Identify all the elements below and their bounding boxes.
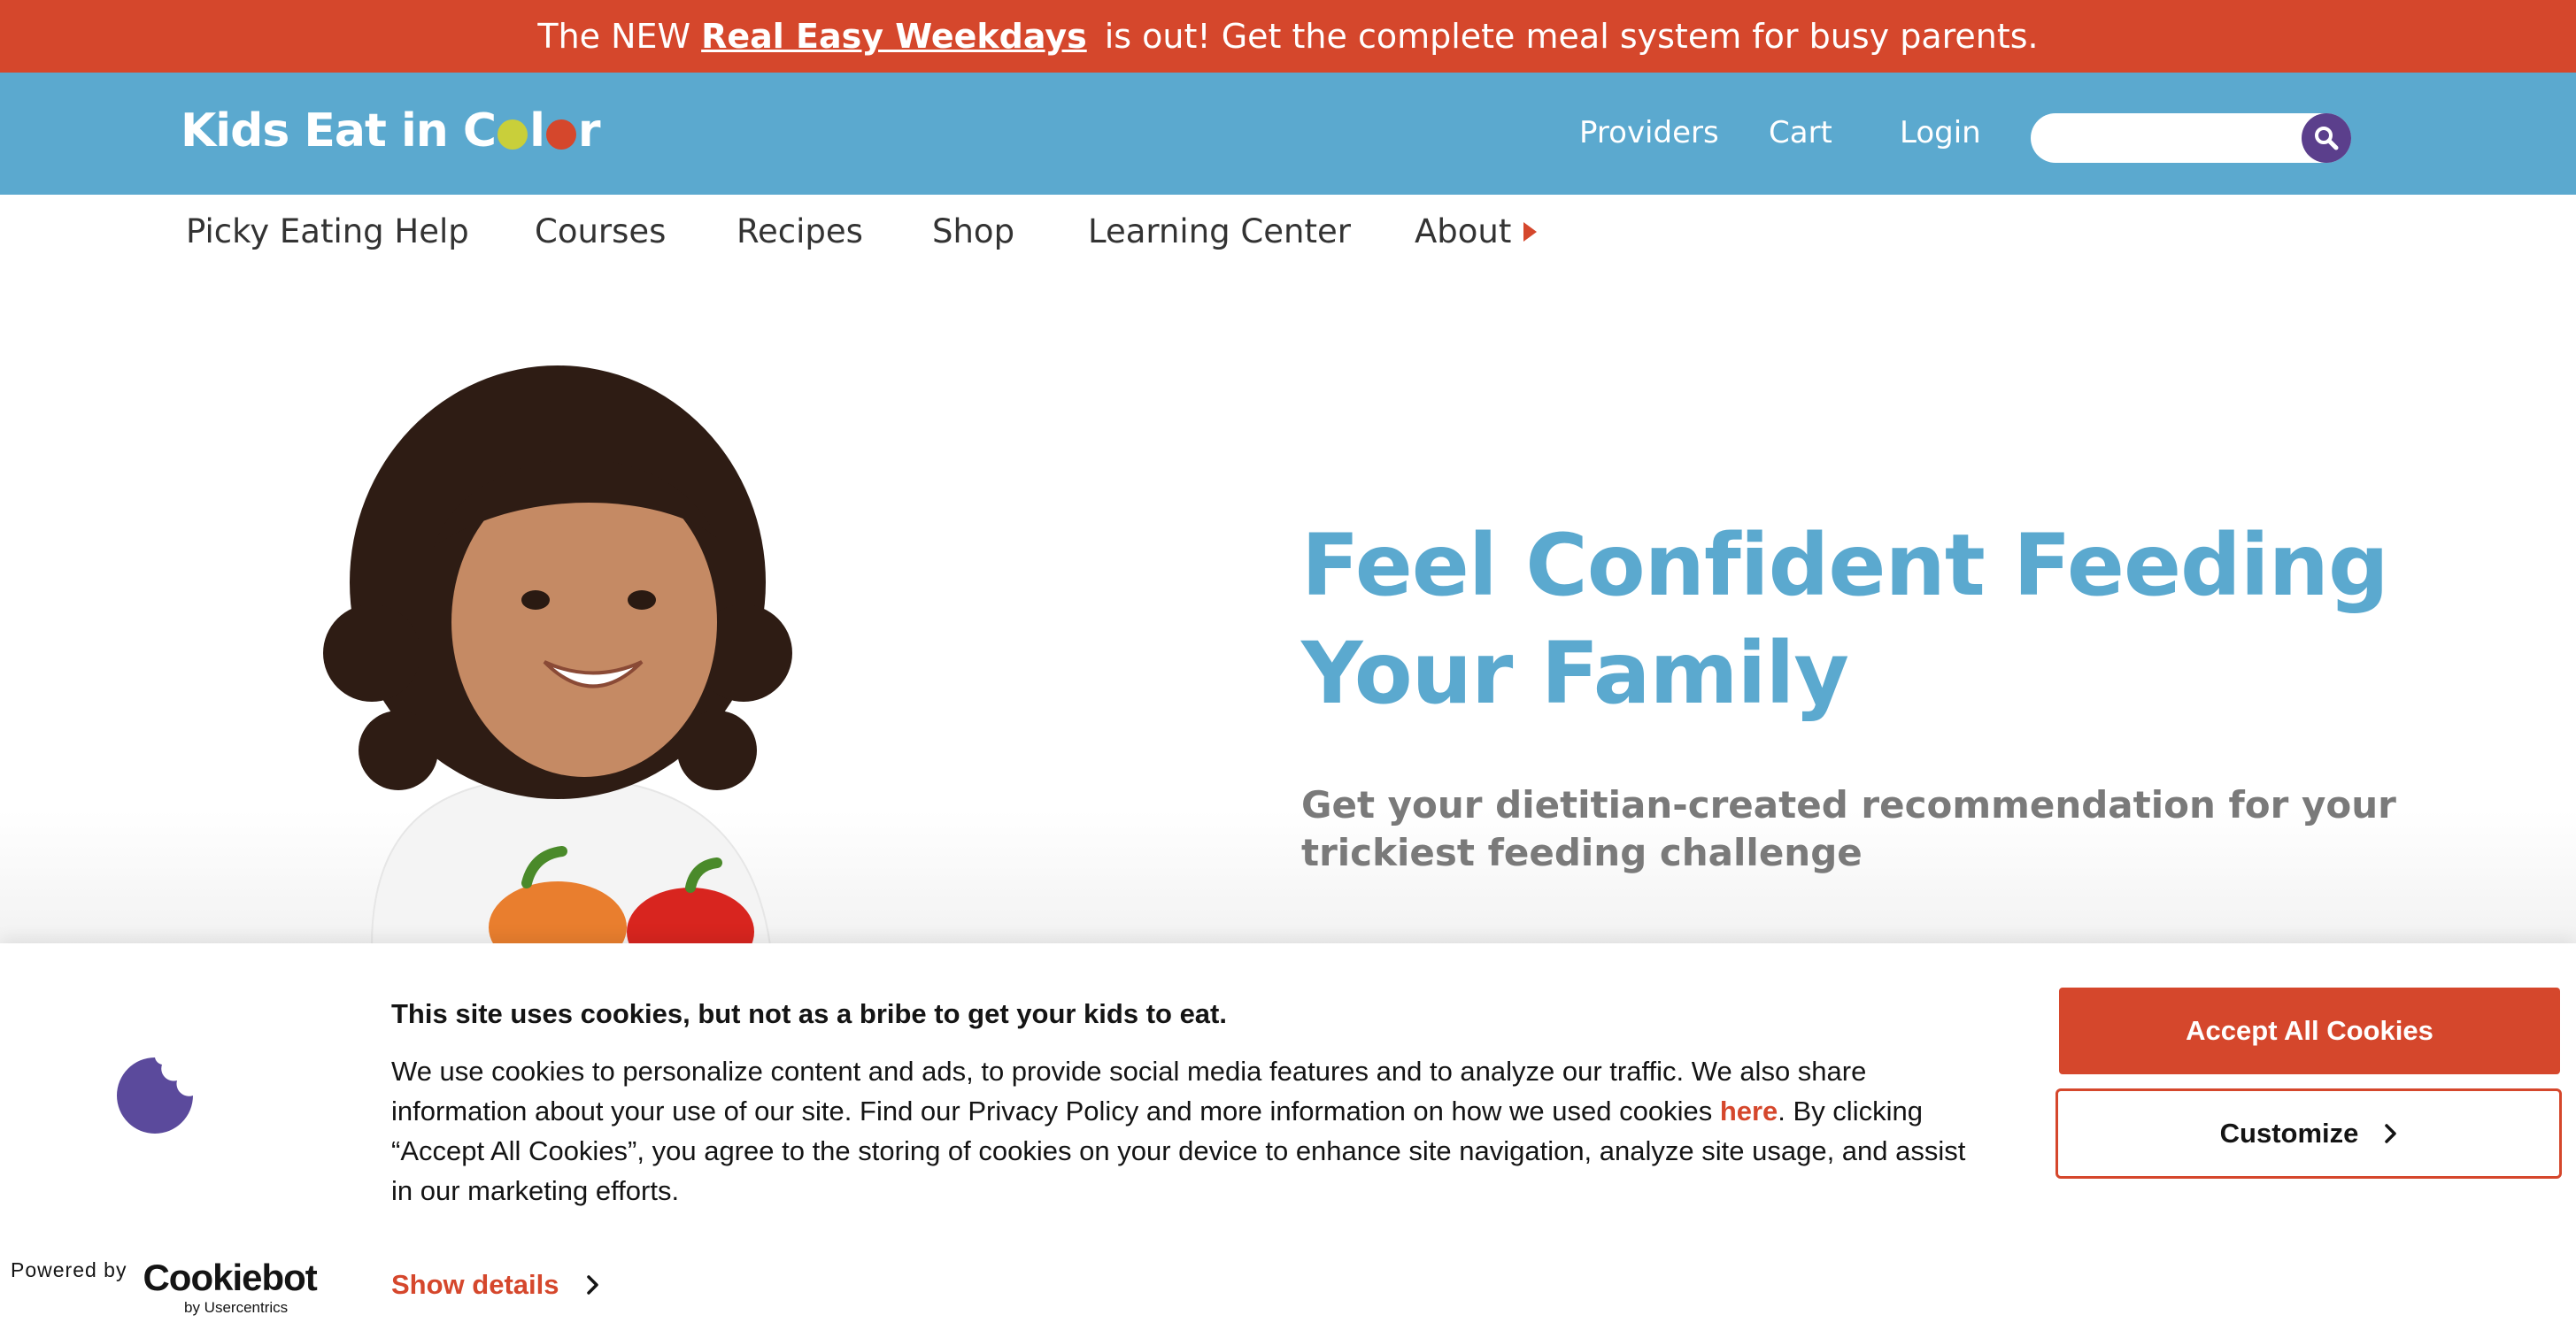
nav-item-picky-eating-help[interactable]: Picky Eating Help xyxy=(186,212,469,250)
cookie-banner: This site uses cookies, but not as a bri… xyxy=(0,943,2576,1338)
caret-right-icon xyxy=(1523,221,1538,242)
nav-item-label: Picky Eating Help xyxy=(186,212,469,250)
nav-item-label: Shop xyxy=(932,212,1015,250)
header-link-login[interactable]: Login xyxy=(1900,115,1981,150)
hero-subtitle: Get your dietitian-created recommendatio… xyxy=(1301,783,2396,874)
nav-item-about[interactable]: About xyxy=(1415,212,1538,250)
cookie-title: This site uses cookies, but not as a bri… xyxy=(391,998,1227,1029)
header-link-cart[interactable]: Cart xyxy=(1769,115,1832,150)
site-logo[interactable]: Kids Eat in C l r xyxy=(181,104,601,158)
powered-by-label: Powered by xyxy=(11,1258,127,1281)
search-box xyxy=(2031,113,2351,163)
promo-banner: The NEW Real Easy Weekdays is out! Get t… xyxy=(0,0,2576,73)
search-icon xyxy=(2315,127,2339,150)
hero-section: Feel Confident Feeding Your Family Get y… xyxy=(0,273,2576,945)
nav-item-label: Courses xyxy=(535,212,667,250)
chevron-right-icon xyxy=(587,1275,599,1295)
nav-item-label: About xyxy=(1415,212,1512,250)
cookiebot-attribution[interactable]: Powered by Cookiebot by Usercentrics xyxy=(11,1257,318,1316)
logo-text-2: l xyxy=(529,104,545,158)
cookiebot-sub: by Usercentrics xyxy=(184,1299,289,1316)
nav-item-recipes[interactable]: Recipes xyxy=(737,212,863,250)
nav-item-label: Recipes xyxy=(737,212,863,250)
customize-label: Customize xyxy=(2219,1118,2359,1149)
cookie-policy-link[interactable]: here xyxy=(1720,1096,1778,1127)
accept-all-cookies-button[interactable]: Accept All Cookies xyxy=(2059,988,2560,1074)
show-details-label: Show details xyxy=(391,1269,559,1300)
logo-text-1: Kids Eat in C xyxy=(181,104,497,158)
hero-child-photo xyxy=(323,365,792,945)
nav-item-courses[interactable]: Courses xyxy=(535,212,666,250)
cookiebot-logo: Cookiebot xyxy=(143,1257,317,1298)
main-nav: Picky Eating Help Courses Recipes Shop L… xyxy=(0,195,2576,273)
cookie-text-1: We use cookies to personalize content an… xyxy=(391,1056,1867,1127)
show-details-button[interactable]: Show details xyxy=(391,1269,599,1301)
nav-item-learning-center[interactable]: Learning Center xyxy=(1088,212,1351,250)
customize-button[interactable]: Customize xyxy=(2055,1088,2562,1179)
cookie-description: We use cookies to personalize content an… xyxy=(391,1051,1967,1211)
logo-red-dot-icon xyxy=(545,119,576,150)
logo-text-3: r xyxy=(577,104,601,158)
logo-yellow-dot-icon xyxy=(497,119,528,150)
cookie-icon xyxy=(117,1057,193,1134)
nav-item-shop[interactable]: Shop xyxy=(932,212,1014,250)
header-link-providers[interactable]: Providers xyxy=(1579,115,1719,150)
promo-link[interactable]: Real Easy Weekdays xyxy=(701,17,1087,56)
promo-prefix: The NEW xyxy=(537,17,691,56)
nav-item-label: Learning Center xyxy=(1088,212,1351,250)
promo-suffix: is out! Get the complete meal system for… xyxy=(1104,17,2039,56)
search-button[interactable] xyxy=(2302,113,2351,163)
chevron-right-icon xyxy=(2385,1124,2397,1143)
hero-title: Feel Confident Feeding Your Family xyxy=(1301,516,2389,723)
site-header: Kids Eat in C l r Providers Cart Login xyxy=(0,73,2576,195)
search-input[interactable] xyxy=(2052,120,2282,156)
